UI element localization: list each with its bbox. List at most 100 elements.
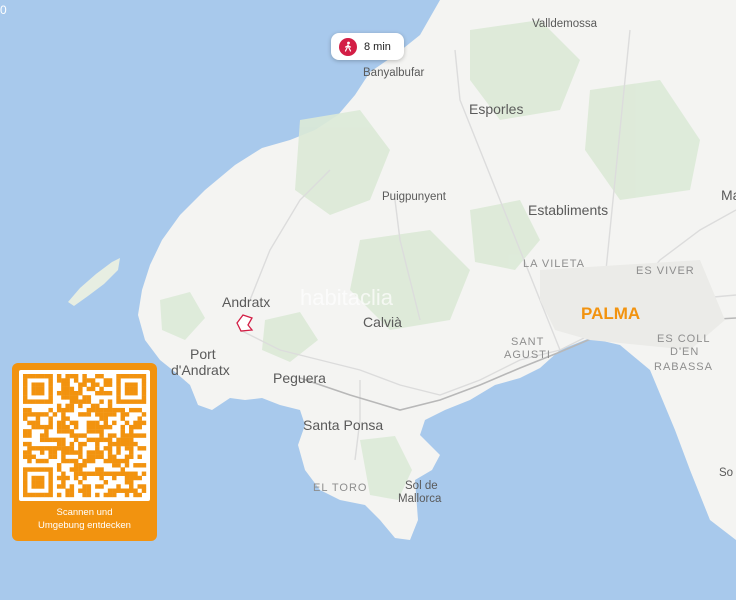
qr-module (137, 399, 142, 404)
qr-module (56, 407, 62, 413)
qr-module (39, 492, 45, 498)
qr-module (95, 441, 100, 447)
qr-module (120, 424, 125, 430)
qr-module (95, 407, 100, 413)
qr-module (56, 390, 62, 396)
qr-module (86, 420, 92, 426)
qr-module (86, 454, 92, 460)
qr-module (103, 378, 109, 383)
qr-module (86, 424, 92, 430)
qr-module (90, 407, 96, 413)
qr-module (129, 429, 134, 434)
qr-module (44, 433, 49, 438)
qr-module (103, 416, 109, 421)
qr-module (95, 484, 100, 489)
qr-module (78, 433, 83, 438)
district-label: ES VIVER (636, 265, 695, 277)
qr-module (112, 454, 117, 460)
qr-module (120, 467, 125, 472)
qr-module (27, 441, 32, 447)
qr-module (69, 386, 75, 392)
qr-module (137, 374, 142, 379)
qr-module (82, 441, 87, 447)
qr-module (141, 390, 147, 396)
qr-module (78, 382, 83, 387)
qr-module (120, 471, 125, 476)
qr-module (35, 412, 41, 417)
qr-module (48, 480, 53, 485)
place-label: Santa Ponsa (303, 417, 383, 433)
qr-module (120, 433, 125, 438)
qr-module (107, 378, 113, 383)
qr-module (31, 412, 36, 417)
qr-module (129, 399, 134, 404)
qr-module (124, 382, 130, 387)
qr-module (48, 420, 53, 426)
qr-module (78, 471, 83, 476)
qr-module (69, 374, 75, 379)
qr-module (124, 412, 130, 417)
qr-module (39, 467, 45, 472)
place-label: Valldemossa (532, 18, 598, 30)
qr-module (48, 424, 53, 430)
qr-module (107, 382, 113, 387)
qr-module (124, 386, 130, 392)
qr-module (78, 390, 83, 396)
qr-module (61, 450, 66, 455)
walking-person-icon (339, 37, 357, 56)
qr-module (86, 450, 92, 455)
qr-module (23, 416, 28, 421)
qr-module (112, 475, 117, 481)
qr-module (39, 437, 45, 443)
qr-module (69, 446, 75, 451)
qr-code-card[interactable]: Scannen und Umgebung entdecken (12, 363, 157, 541)
qr-module (116, 395, 121, 400)
qr-module (137, 407, 142, 413)
qr-module (61, 446, 66, 451)
qr-module (86, 492, 92, 498)
qr-module (99, 412, 104, 417)
qr-module (56, 475, 62, 481)
qr-module (44, 467, 49, 472)
qr-module (31, 446, 36, 451)
qr-module (35, 446, 41, 451)
qr-module (99, 399, 104, 404)
qr-module (120, 412, 125, 417)
qr-module (35, 374, 41, 379)
qr-module (116, 458, 121, 464)
qr-module (133, 492, 138, 498)
qr-module (78, 441, 83, 447)
qr-module (73, 390, 79, 396)
qr-module (48, 386, 53, 392)
qr-module (35, 399, 41, 404)
qr-module (31, 399, 36, 404)
place-label: Peguera (273, 370, 326, 386)
qr-module (82, 458, 87, 464)
qr-module (120, 399, 125, 404)
qr-module (73, 467, 79, 472)
qr-module (82, 492, 87, 498)
qr-module (116, 488, 121, 493)
qr-module (86, 395, 92, 400)
place-label: Mallorca (398, 493, 442, 505)
qr-module (103, 424, 109, 430)
qr-module (39, 458, 45, 464)
qr-module (69, 492, 75, 498)
travel-time-badge[interactable]: 8 min (331, 33, 404, 60)
qr-module (116, 484, 121, 489)
qr-module (141, 463, 147, 468)
qr-module (23, 475, 28, 481)
district-label: EL TORO (313, 482, 367, 494)
city-label-palma: PALMA (581, 304, 640, 323)
qr-module (103, 480, 109, 485)
qr-module (99, 484, 104, 489)
qr-module (65, 395, 70, 400)
qr-module (39, 480, 45, 485)
place-label: Port (190, 346, 216, 362)
qr-module (107, 488, 113, 493)
qr-module (112, 433, 117, 438)
qr-module (69, 441, 75, 447)
qr-module (99, 416, 104, 421)
qr-module (107, 403, 113, 409)
qr-module (90, 437, 96, 443)
